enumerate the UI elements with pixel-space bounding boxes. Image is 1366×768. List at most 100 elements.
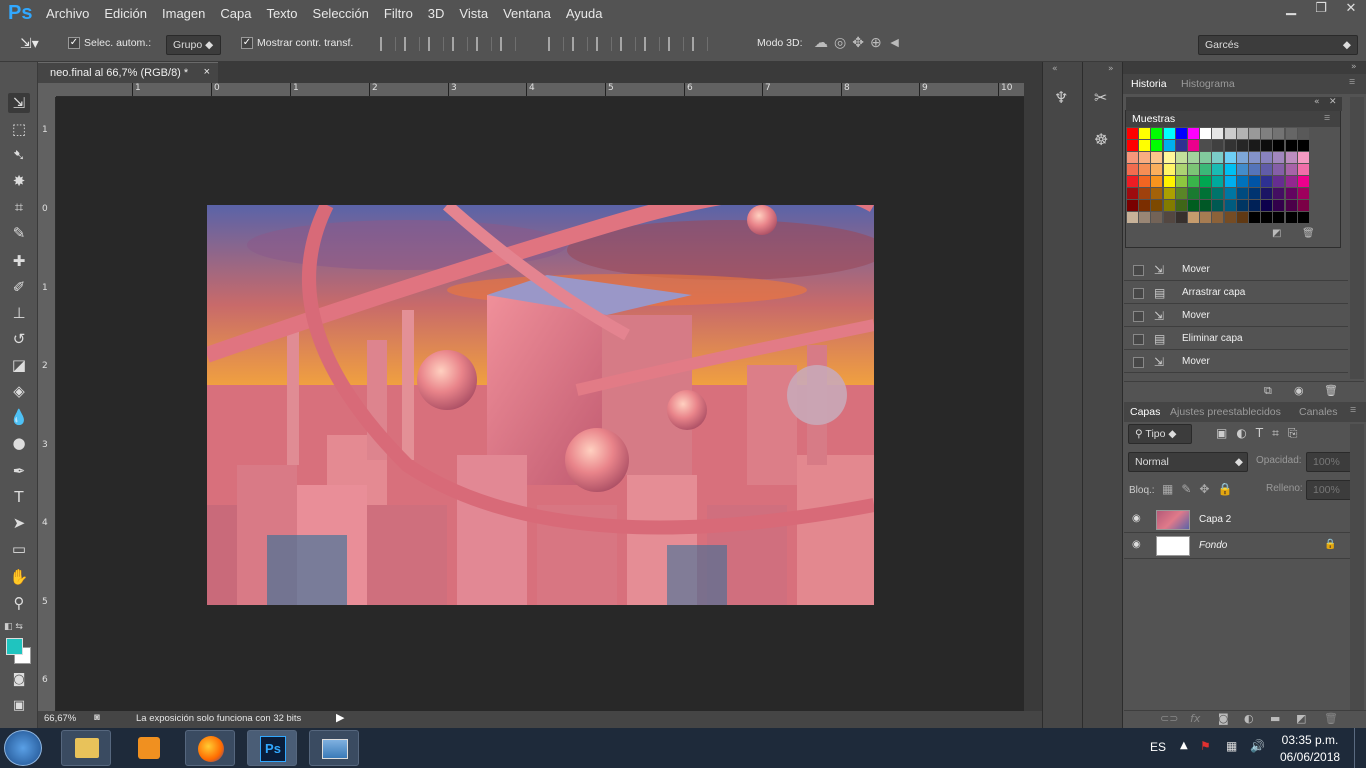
color-swatch[interactable] — [1273, 152, 1285, 163]
auto-select-checkbox[interactable]: ✓ Selec. autom.: — [68, 37, 151, 50]
color-swatch[interactable] — [1224, 128, 1236, 139]
color-swatch[interactable] — [1236, 176, 1248, 187]
tool-presets-icon[interactable]: ♆ — [1054, 88, 1068, 107]
color-swatch[interactable] — [1249, 188, 1260, 199]
history-checkbox[interactable] — [1133, 334, 1144, 345]
vertical-scrollbar[interactable] — [1024, 83, 1042, 711]
color-swatch[interactable] — [1212, 200, 1224, 211]
menu-vista[interactable]: Vista — [459, 6, 488, 21]
color-swatch[interactable] — [1261, 164, 1273, 175]
color-swatch[interactable] — [1261, 176, 1273, 187]
collapse-icon[interactable]: » — [1351, 62, 1357, 72]
color-swatch[interactable] — [1163, 164, 1175, 175]
paint-bucket-icon[interactable]: ◈ — [8, 381, 30, 401]
layer-row[interactable]: ◉ Capa 2 — [1124, 507, 1350, 533]
close-tab-icon[interactable]: × — [204, 66, 210, 78]
clock-date[interactable]: 06/06/2018 — [1280, 750, 1340, 764]
color-swatch[interactable] — [1273, 164, 1285, 175]
color-swatch[interactable] — [1139, 212, 1151, 223]
color-swatch[interactable] — [1127, 188, 1138, 199]
rectangle-tool-icon[interactable]: ▭ — [8, 539, 30, 559]
color-swatch[interactable] — [1151, 212, 1163, 223]
color-swatch[interactable] — [1273, 128, 1285, 139]
color-swatch[interactable] — [1188, 164, 1199, 175]
color-swatch[interactable] — [1297, 200, 1309, 211]
color-swatch[interactable] — [1285, 176, 1297, 187]
clock-time[interactable]: 03:35 p.m. — [1280, 733, 1340, 747]
color-swatch[interactable] — [1285, 200, 1297, 211]
menu-capa[interactable]: Capa — [220, 6, 251, 21]
color-swatch[interactable] — [1224, 152, 1236, 163]
color-swatch[interactable] — [1163, 128, 1175, 139]
color-swatch[interactable] — [1175, 176, 1187, 187]
history-scrollbar[interactable] — [1350, 97, 1364, 379]
menu-3d[interactable]: 3D — [428, 6, 445, 21]
healing-brush-icon[interactable]: ✚ — [8, 251, 30, 271]
history-item[interactable]: ⇲ Mover — [1124, 351, 1348, 373]
distribute-buttons[interactable] — [548, 37, 716, 51]
color-swatch[interactable] — [1249, 152, 1260, 163]
firefox-taskbar-button[interactable] — [185, 730, 235, 766]
tab-canales[interactable]: Canales — [1299, 406, 1338, 418]
new-document-from-state-icon[interactable]: ⧉ — [1264, 384, 1272, 398]
tab-historia[interactable]: Historia — [1131, 78, 1167, 90]
color-swatch[interactable] — [1285, 152, 1297, 163]
menu-filtro[interactable]: Filtro — [384, 6, 413, 21]
volume-icon[interactable]: 🔊 — [1250, 739, 1265, 753]
lock-icons[interactable]: ▦✎✥🔒 — [1162, 482, 1240, 496]
color-swatch[interactable] — [1175, 188, 1187, 199]
color-swatch[interactable] — [1163, 140, 1175, 151]
collapse-icon[interactable]: » — [1108, 64, 1114, 74]
panel-menu-icon[interactable]: ≡ — [1324, 112, 1330, 124]
color-swatch[interactable] — [1285, 140, 1297, 151]
color-swatch[interactable] — [1212, 140, 1224, 151]
color-swatch[interactable] — [1127, 128, 1138, 139]
color-swatch[interactable] — [1212, 212, 1224, 223]
color-swatch[interactable] — [1139, 188, 1151, 199]
adjustment-layer-icon[interactable]: ◐ — [1244, 712, 1254, 725]
color-swatch[interactable] — [1127, 164, 1138, 175]
menu-seleccion[interactable]: Selección — [313, 6, 369, 21]
color-swatch[interactable] — [1297, 164, 1309, 175]
history-item[interactable]: ⇲ Mover — [1124, 305, 1348, 327]
layers-scrollbar[interactable] — [1350, 424, 1364, 710]
hand-tool-icon[interactable]: ✋ — [8, 567, 30, 587]
color-swatch[interactable] — [1236, 200, 1248, 211]
close-icon[interactable]: ✕ — [1329, 97, 1337, 107]
color-swatch[interactable] — [1224, 188, 1236, 199]
color-swatch[interactable] — [1273, 140, 1285, 151]
color-swatch[interactable] — [1151, 140, 1163, 151]
color-swatch[interactable] — [1200, 176, 1212, 187]
panel-menu-icon[interactable]: ≡ — [1350, 404, 1356, 416]
color-swatch[interactable] — [1163, 152, 1175, 163]
eye-icon[interactable]: ◉ — [1132, 513, 1141, 524]
color-swatch[interactable] — [1188, 140, 1199, 151]
default-colors-icon[interactable]: ◧ ⇆ — [4, 622, 23, 632]
color-swatch[interactable] — [1249, 128, 1260, 139]
history-checkbox[interactable] — [1133, 311, 1144, 322]
marquee-tool-icon[interactable]: ⬚ — [8, 119, 30, 139]
auto-select-dropdown[interactable]: Grupo ◆ — [166, 35, 221, 55]
quick-mask-icon[interactable]: ◙ — [8, 670, 30, 690]
color-swatch[interactable] — [1249, 176, 1260, 187]
color-swatch[interactable] — [1297, 188, 1309, 199]
path-selection-icon[interactable]: ➤ — [8, 513, 30, 533]
color-swatch[interactable] — [1261, 128, 1273, 139]
action-center-icon[interactable]: ⚑ — [1200, 739, 1211, 753]
color-swatch[interactable] — [1151, 164, 1163, 175]
color-swatch[interactable] — [1285, 128, 1297, 139]
layer-filter-icons[interactable]: ▣◐T⌗⎘ — [1216, 426, 1307, 441]
color-swatch[interactable] — [1139, 164, 1151, 175]
status-arrow-icon[interactable]: ▶ — [336, 711, 344, 724]
document-tab[interactable]: neo.final al 66,7% (RGB/8) * × — [38, 62, 218, 83]
eraser-tool-icon[interactable]: ◪ — [8, 355, 30, 375]
color-swatch[interactable] — [1151, 176, 1163, 187]
color-swatch[interactable] — [1297, 176, 1309, 187]
zoom-tool-icon[interactable]: ⚲ — [8, 593, 30, 613]
move-tool-icon[interactable]: ⇲▾ — [20, 35, 39, 52]
color-swatch[interactable] — [1297, 152, 1309, 163]
color-swatch[interactable] — [1200, 164, 1212, 175]
restore-icon[interactable]: ❐ — [1306, 0, 1336, 18]
language-indicator[interactable]: ES — [1150, 740, 1166, 754]
history-brush-icon[interactable]: ↺ — [8, 329, 30, 349]
